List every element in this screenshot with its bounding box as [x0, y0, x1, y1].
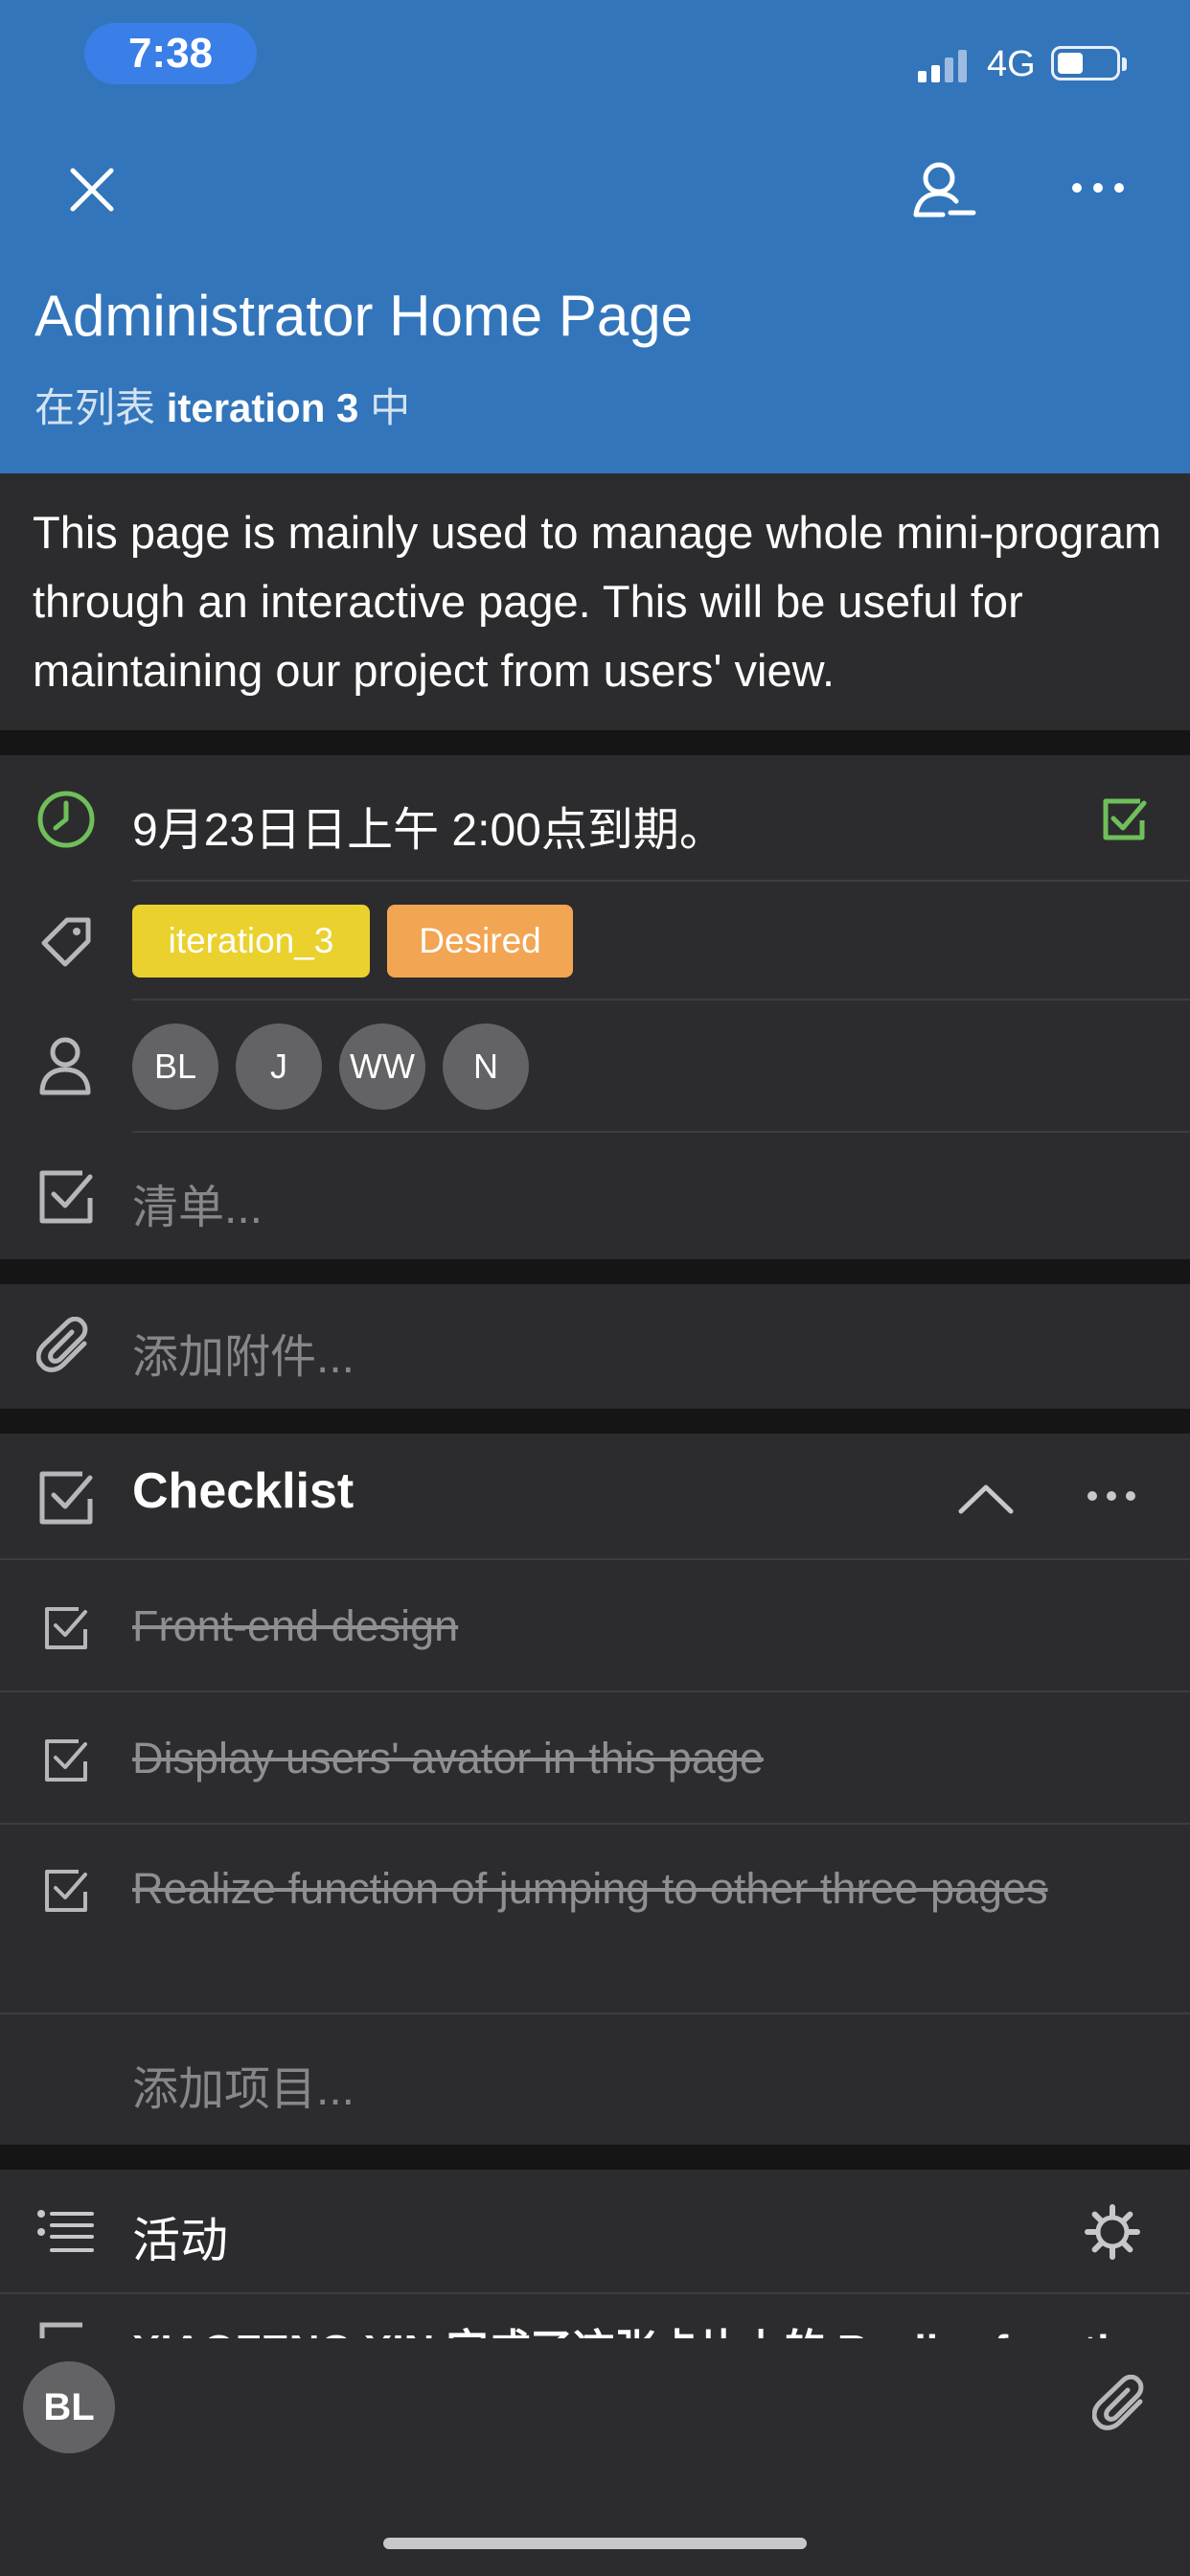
- checklist-more-icon[interactable]: [1087, 1487, 1136, 1505]
- list-name[interactable]: iteration 3: [167, 385, 359, 430]
- remove-member-icon[interactable]: [910, 159, 977, 220]
- section-divider: [0, 1409, 1190, 1434]
- status-time: 7:38: [84, 23, 257, 84]
- checked-checkbox-icon[interactable]: [42, 1604, 90, 1652]
- add-checklist-row[interactable]: 清单...: [0, 1133, 1190, 1259]
- checklist-item-text[interactable]: Front-end design: [132, 1597, 458, 1656]
- member-avatar[interactable]: BL: [132, 1024, 218, 1110]
- description-text[interactable]: This page is mainly used to manage whole…: [33, 498, 1163, 705]
- paperclip-icon: [36, 1317, 88, 1372]
- member-icon: [39, 1037, 91, 1095]
- list-suffix: 中: [370, 385, 411, 430]
- chevron-up-icon[interactable]: [956, 1482, 1016, 1516]
- section-divider: [0, 1259, 1190, 1284]
- checklist-item[interactable]: Front-end design: [0, 1560, 1190, 1692]
- checked-checkbox-icon[interactable]: [42, 1736, 90, 1784]
- activity-title: 活动: [132, 2214, 228, 2267]
- battery-cap: [1122, 58, 1127, 71]
- add-checklist-item-row[interactable]: 添加项目...: [0, 2014, 1190, 2145]
- clock-icon: [37, 791, 95, 848]
- member-avatar[interactable]: N: [443, 1024, 529, 1110]
- list-icon: [37, 2210, 94, 2252]
- tag-icon: [41, 917, 91, 967]
- section-divider: [0, 730, 1190, 755]
- more-icon[interactable]: [1071, 178, 1125, 197]
- home-indicator[interactable]: [383, 2538, 807, 2549]
- due-complete-checkbox-icon[interactable]: [1098, 794, 1150, 845]
- battery-icon: [1051, 46, 1120, 80]
- checklist-item-text[interactable]: Realize function of jumping to other thr…: [132, 1859, 1090, 1919]
- checklist-item[interactable]: Display users' avator in this page: [0, 1692, 1190, 1825]
- list-prefix: 在列表: [34, 385, 156, 430]
- network-label: 4G: [987, 44, 1036, 84]
- checked-checkbox-icon[interactable]: [42, 1867, 90, 1915]
- add-attachment-placeholder[interactable]: 添加附件...: [132, 1319, 355, 1386]
- card-header: 7:38 4G Administrator Home Page 在列表 iter…: [0, 0, 1190, 473]
- due-date-text: 9月23日日上午 2:00点到期。: [132, 805, 725, 856]
- label-chip[interactable]: iteration_3: [132, 905, 370, 978]
- description-section[interactable]: This page is mainly used to manage whole…: [0, 473, 1190, 730]
- add-attachment-row[interactable]: 添加附件...: [0, 1284, 1190, 1409]
- label-chip[interactable]: Desired: [387, 905, 573, 978]
- settings-gear-icon[interactable]: [1085, 2204, 1140, 2260]
- checklist-icon: [39, 1471, 93, 1525]
- add-item-placeholder[interactable]: 添加项目...: [132, 2051, 355, 2118]
- checklist-item[interactable]: Realize function of jumping to other thr…: [0, 1825, 1190, 2014]
- checklist-title[interactable]: Checklist: [132, 1462, 354, 1520]
- list-breadcrumb: 在列表 iteration 3 中: [34, 376, 410, 434]
- current-user-avatar[interactable]: BL: [23, 2361, 115, 2453]
- member-avatar[interactable]: J: [236, 1024, 322, 1110]
- checklist-item-text[interactable]: Display users' avator in this page: [132, 1729, 764, 1788]
- close-icon[interactable]: [67, 165, 117, 215]
- signal-icon: [918, 50, 967, 82]
- section-divider: [0, 2145, 1190, 2170]
- checklist-icon: [39, 1170, 93, 1224]
- card-title[interactable]: Administrator Home Page: [34, 283, 693, 349]
- attach-icon[interactable]: [1092, 2375, 1154, 2436]
- member-avatar[interactable]: WW: [339, 1024, 425, 1110]
- add-checklist-placeholder[interactable]: 清单...: [132, 1169, 263, 1236]
- due-date-row[interactable]: 9月23日日上午 2:00点到期。: [0, 755, 1190, 882]
